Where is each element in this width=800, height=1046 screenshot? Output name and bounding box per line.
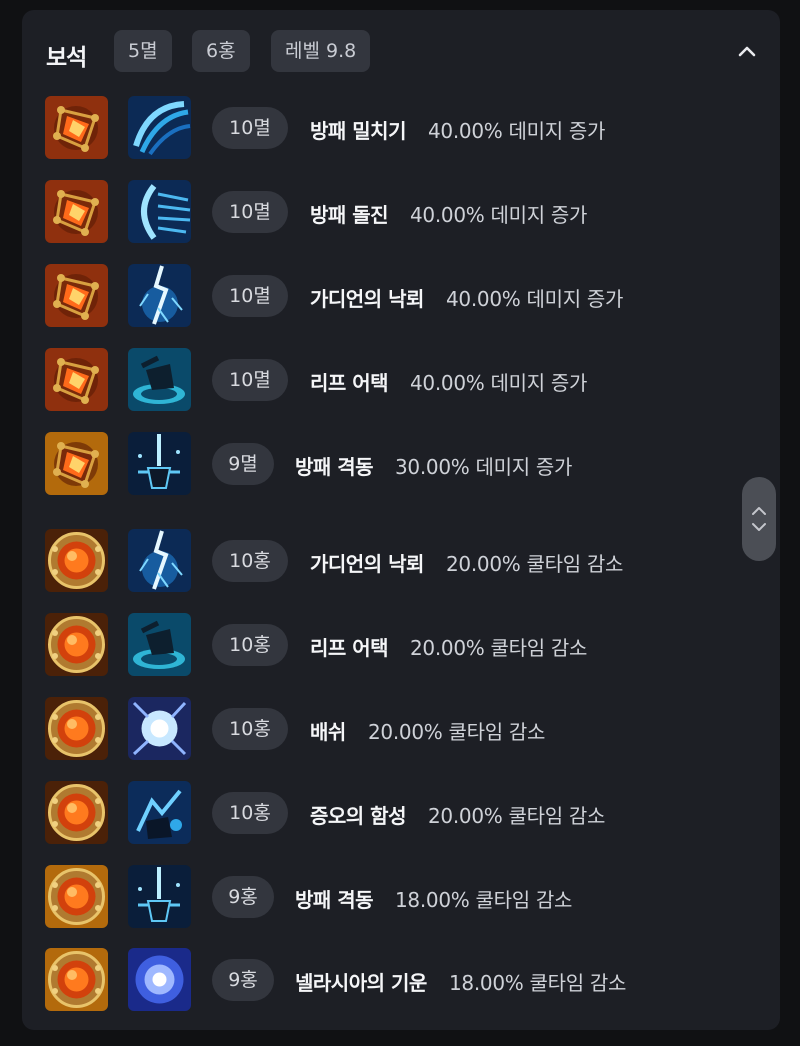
- skill-name: 배쉬: [310, 720, 346, 744]
- gem-panel-header: 보석 5멸 6홍 레벨 9.8: [22, 10, 780, 94]
- skill-name: 리프 어택: [310, 636, 389, 660]
- skill-name: 가디언의 낙뢰: [310, 552, 424, 576]
- lightning-icon[interactable]: [128, 264, 191, 327]
- hong-gem-icon[interactable]: [45, 613, 108, 676]
- hong-count-chip: 6홍: [192, 30, 250, 72]
- gem-effect: 18.00% 쿨타임 감소: [395, 888, 573, 912]
- myeol-gem-icon[interactable]: [45, 264, 108, 327]
- gem-row: 10홍 증오의 함성 20.00% 쿨타임 감소: [22, 781, 780, 845]
- collapse-button[interactable]: [732, 36, 762, 66]
- myeol-gem-icon[interactable]: [45, 432, 108, 495]
- average-level-chip: 레벨 9.8: [271, 30, 371, 72]
- shield-push-icon[interactable]: [128, 96, 191, 159]
- hong-gem-icon[interactable]: [45, 948, 108, 1011]
- gem-level-badge: 9홍: [212, 876, 274, 918]
- gem-level-badge: 10멸: [212, 275, 288, 317]
- gem-level-badge: 10홍: [212, 792, 288, 834]
- skill-name: 넬라시아의 기운: [295, 971, 427, 995]
- shield-burst-icon[interactable]: [128, 865, 191, 928]
- gem-level-badge: 10멸: [212, 359, 288, 401]
- gem-level-badge: 10홍: [212, 540, 288, 582]
- shield-burst-icon[interactable]: [128, 432, 191, 495]
- gem-level-badge: 9멸: [212, 443, 274, 485]
- gem-panel: 보석 5멸 6홍 레벨 9.8 10멸 방패 밀치기 40.00% 데미지 증가: [22, 10, 780, 1030]
- gem-row: 9홍 방패 격동 18.00% 쿨타임 감소: [22, 865, 780, 929]
- skill-name: 방패 돌진: [310, 203, 389, 227]
- gem-level-badge: 9홍: [212, 959, 274, 1001]
- gem-effect: 20.00% 쿨타임 감소: [368, 720, 546, 744]
- skill-name: 증오의 함성: [310, 804, 406, 828]
- lightning-icon[interactable]: [128, 529, 191, 592]
- bash-icon[interactable]: [128, 697, 191, 760]
- gem-row: 10멸 방패 돌진 40.00% 데미지 증가: [22, 180, 780, 244]
- skill-name: 방패 격동: [295, 888, 374, 912]
- myeol-count-chip: 5멸: [114, 30, 172, 72]
- scroll-stepper[interactable]: [742, 477, 776, 561]
- gem-effect: 30.00% 데미지 증가: [395, 455, 573, 479]
- hong-gem-icon[interactable]: [45, 781, 108, 844]
- leap-attack-icon[interactable]: [128, 348, 191, 411]
- hong-gem-icon[interactable]: [45, 529, 108, 592]
- gem-effect: 20.00% 쿨타임 감소: [410, 636, 588, 660]
- skill-name: 방패 격동: [295, 455, 374, 479]
- gem-row: 9홍 넬라시아의 기운 18.00% 쿨타임 감소: [22, 948, 780, 1012]
- gem-row: 10멸 가디언의 낙뢰 40.00% 데미지 증가: [22, 264, 780, 328]
- hong-gem-icon[interactable]: [45, 697, 108, 760]
- shield-charge-icon[interactable]: [128, 180, 191, 243]
- gem-effect: 40.00% 데미지 증가: [428, 119, 606, 143]
- chevron-down-icon[interactable]: [751, 522, 767, 532]
- gem-effect: 40.00% 데미지 증가: [446, 287, 624, 311]
- skill-name: 가디언의 낙뢰: [310, 287, 424, 311]
- skill-name: 방패 밀치기: [310, 119, 406, 143]
- skill-name: 리프 어택: [310, 371, 389, 395]
- chevron-up-icon: [738, 46, 756, 57]
- leap-attack-icon[interactable]: [128, 613, 191, 676]
- gem-row: 10멸 리프 어택 40.00% 데미지 증가: [22, 348, 780, 412]
- roar-icon[interactable]: [128, 781, 191, 844]
- gem-level-badge: 10홍: [212, 624, 288, 666]
- nellasia-icon[interactable]: [128, 948, 191, 1011]
- gem-effect: 20.00% 쿨타임 감소: [446, 552, 624, 576]
- gem-row: 10멸 방패 밀치기 40.00% 데미지 증가: [22, 96, 780, 160]
- gem-effect: 40.00% 데미지 증가: [410, 203, 588, 227]
- myeol-gem-icon[interactable]: [45, 180, 108, 243]
- gem-level-badge: 10멸: [212, 107, 288, 149]
- gem-effect: 18.00% 쿨타임 감소: [449, 971, 627, 995]
- myeol-gem-icon[interactable]: [45, 96, 108, 159]
- panel-title: 보석: [46, 45, 87, 71]
- chevron-up-icon[interactable]: [751, 506, 767, 516]
- gem-row: 9멸 방패 격동 30.00% 데미지 증가: [22, 432, 780, 496]
- myeol-gem-icon[interactable]: [45, 348, 108, 411]
- gem-row: 10홍 리프 어택 20.00% 쿨타임 감소: [22, 613, 780, 677]
- gem-effect: 20.00% 쿨타임 감소: [428, 804, 606, 828]
- gem-effect: 40.00% 데미지 증가: [410, 371, 588, 395]
- gem-row: 10홍 가디언의 낙뢰 20.00% 쿨타임 감소: [22, 529, 780, 593]
- hong-gem-icon[interactable]: [45, 865, 108, 928]
- gem-level-badge: 10홍: [212, 708, 288, 750]
- gem-row: 10홍 배쉬 20.00% 쿨타임 감소: [22, 697, 780, 761]
- gem-level-badge: 10멸: [212, 191, 288, 233]
